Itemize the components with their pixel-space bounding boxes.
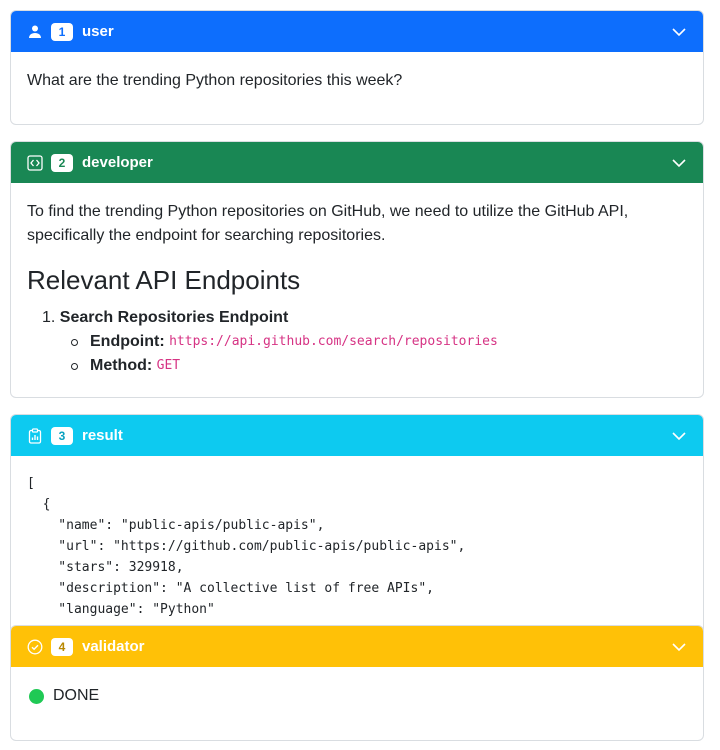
result-code-block: [ { "name": "public-apis/public-apis", "…	[27, 473, 687, 620]
message-index-badge: 4	[51, 637, 73, 656]
message-card-validator: 4 validator DONE	[10, 625, 704, 741]
clipboard-data-icon	[27, 427, 43, 444]
code-line: "url": "https://github.com/public-apis/p…	[27, 539, 466, 554]
code-line: [	[27, 476, 35, 491]
role-label: user	[82, 23, 114, 40]
code-line: "description": "A collective list of fre…	[27, 581, 434, 596]
chevron-down-icon[interactable]	[671, 155, 687, 171]
code-line: "stars": 329918,	[27, 560, 184, 575]
card-body-result: [ { "name": "public-apis/public-apis", "…	[11, 456, 703, 620]
card-body-developer: To find the trending Python repositories…	[11, 183, 703, 378]
role-label: developer	[82, 154, 153, 171]
card-header-validator[interactable]: 4 validator	[11, 626, 703, 667]
chevron-down-icon[interactable]	[671, 24, 687, 40]
card-body-user: What are the trending Python repositorie…	[11, 52, 703, 93]
method-label: Method:	[90, 357, 153, 374]
message-index-badge: 3	[51, 426, 73, 445]
code-icon	[27, 154, 43, 171]
section-heading: Relevant API Endpoints	[27, 265, 301, 295]
card-header-user[interactable]: 1 user	[11, 11, 703, 52]
message-index-badge: 2	[51, 153, 73, 172]
check-circle-icon	[27, 639, 43, 655]
developer-intro-text: To find the trending Python repositories…	[27, 203, 629, 244]
method-value: GET	[156, 358, 181, 373]
bullet-circle-icon	[71, 338, 78, 346]
code-line: {	[27, 497, 51, 512]
person-icon	[27, 24, 43, 40]
card-header-result[interactable]: 3 result	[11, 415, 703, 456]
code-line: "name": "public-apis/public-apis",	[27, 518, 325, 533]
sub-list-item: Endpoint: https://api.github.com/search/…	[42, 330, 687, 354]
list-item-title: Search Repositories Endpoint	[59, 309, 289, 326]
chevron-down-icon[interactable]	[671, 428, 687, 444]
message-index-badge: 1	[51, 22, 73, 41]
user-message-text: What are the trending Python repositorie…	[27, 72, 403, 89]
card-header-developer[interactable]: 2 developer	[11, 142, 703, 183]
endpoint-label: Endpoint:	[90, 333, 165, 350]
list-number: 1.	[42, 309, 56, 326]
status-dot	[29, 688, 44, 704]
message-card-developer: 2 developer To find the trending Python …	[10, 141, 704, 398]
chevron-down-icon[interactable]	[671, 639, 687, 655]
message-card-result: 3 result [ { "name": "public-apis/public…	[10, 414, 704, 634]
status-text: DONE	[53, 687, 100, 704]
list-item: 1. Search Repositories Endpoint	[42, 306, 687, 330]
role-label: validator	[82, 638, 145, 655]
role-label: result	[82, 427, 123, 444]
message-card-user: 1 user What are the trending Python repo…	[10, 10, 704, 125]
bullet-circle-icon	[71, 362, 78, 370]
card-body-validator: DONE	[11, 667, 703, 708]
endpoint-value: https://api.github.com/search/repositori…	[169, 334, 498, 349]
code-line: "language": "Python"	[27, 602, 215, 617]
sub-list-item: Method: GET	[42, 354, 687, 378]
endpoint-list: 1. Search Repositories Endpoint Endpoint…	[27, 306, 687, 378]
